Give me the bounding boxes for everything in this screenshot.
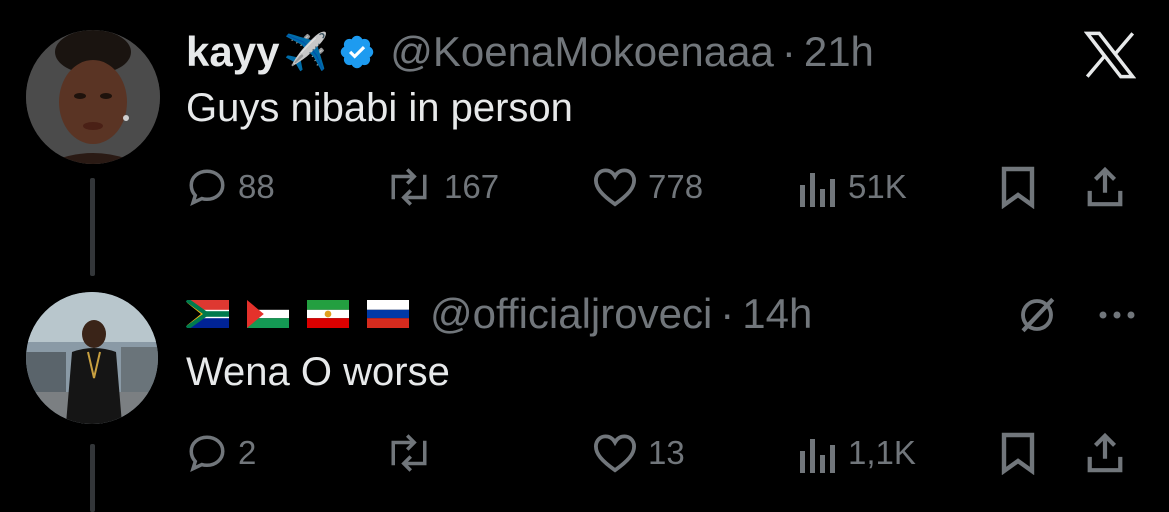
like-count: 13 — [648, 434, 685, 471]
more-icon[interactable] — [1092, 292, 1142, 338]
verified-badge-icon — [338, 33, 376, 71]
like-button[interactable]: 778 — [592, 162, 703, 212]
views-chart-icon — [798, 167, 838, 207]
views-button[interactable]: 1,1K — [798, 428, 916, 478]
reply-icon — [186, 166, 228, 208]
iran-lion-sun-flag-icon — [307, 300, 349, 328]
russia-flag-icon — [367, 300, 409, 328]
repost-button[interactable] — [384, 428, 444, 478]
avatar-image — [26, 292, 158, 424]
share-button[interactable] — [1084, 428, 1126, 478]
bookmark-button[interactable] — [998, 162, 1038, 212]
timestamp[interactable]: 21h — [804, 28, 874, 76]
bookmark-icon — [998, 165, 1038, 209]
tweet-1[interactable]: kayy ✈️ @KoenaMokoenaaa · 21h Guys nibab… — [0, 0, 1169, 276]
display-name-flags[interactable] — [186, 300, 426, 328]
views-button[interactable]: 51K — [798, 162, 907, 212]
avatar-kayy[interactable] — [26, 30, 160, 164]
tweet-header: @officialjroveci · 14h — [186, 288, 812, 340]
tweet-text: Guys nibabi in person — [186, 86, 573, 130]
reply-button[interactable]: 2 — [186, 428, 256, 478]
repost-icon — [384, 166, 434, 208]
share-button[interactable] — [1084, 162, 1126, 212]
tweet-2[interactable]: @officialjroveci · 14h Wena O worse 2 13 — [0, 270, 1169, 512]
share-icon — [1084, 431, 1126, 475]
thread-connector-line — [90, 178, 95, 276]
user-handle[interactable]: @officialjroveci — [430, 290, 712, 338]
repost-button[interactable]: 167 — [384, 162, 499, 212]
timestamp[interactable]: 14h — [742, 290, 812, 338]
repost-icon — [384, 432, 434, 474]
reply-button[interactable]: 88 — [186, 162, 275, 212]
x-logo-icon[interactable] — [1080, 28, 1140, 82]
user-handle[interactable]: @KoenaMokoenaaa — [390, 28, 774, 76]
south-africa-flag-icon — [186, 300, 229, 328]
bookmark-button[interactable] — [998, 428, 1038, 478]
views-chart-icon — [798, 433, 838, 473]
heart-icon — [592, 166, 638, 208]
reply-count: 2 — [238, 434, 257, 471]
separator-dot: · — [720, 290, 735, 337]
reply-icon — [186, 432, 228, 474]
palestine-flag-icon — [247, 300, 289, 328]
tweet-actions: 2 13 1,1K — [186, 428, 1146, 478]
share-icon — [1084, 165, 1126, 209]
views-count: 51K — [848, 168, 907, 205]
repost-count: 167 — [444, 168, 500, 205]
tweet-actions: 88 167 778 51K — [186, 162, 1146, 212]
like-count: 778 — [648, 168, 704, 205]
thread-connector-line — [90, 444, 95, 512]
airplane-emoji-icon: ✈️ — [283, 31, 329, 72]
views-count: 1,1K — [848, 434, 916, 471]
bookmark-icon — [998, 431, 1038, 475]
like-button[interactable]: 13 — [592, 428, 685, 478]
heart-icon — [592, 432, 638, 474]
tweet-text: Wena O worse — [186, 350, 450, 394]
tweet-header: kayy ✈️ @KoenaMokoenaaa · 21h — [186, 26, 874, 78]
avatar-officialjroveci[interactable] — [26, 292, 158, 424]
display-name[interactable]: kayy — [186, 28, 279, 76]
separator-dot: · — [781, 28, 796, 75]
grok-icon[interactable] — [1012, 292, 1062, 338]
reply-count: 88 — [238, 168, 275, 205]
avatar-image — [26, 30, 160, 164]
